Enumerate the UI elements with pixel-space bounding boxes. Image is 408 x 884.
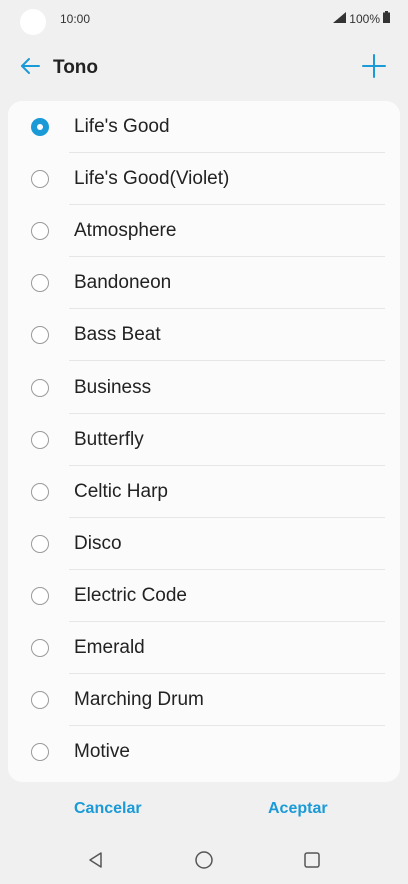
ringtone-item[interactable]: Celtic Harp bbox=[8, 466, 400, 518]
ringtone-item[interactable]: Atmosphere bbox=[8, 205, 400, 258]
ringtone-item[interactable]: Life's Good(Violet) bbox=[8, 153, 400, 206]
navigation-bar bbox=[0, 840, 408, 884]
ringtone-item[interactable]: Emerald bbox=[8, 622, 400, 675]
ringtone-label: Electric Code bbox=[74, 584, 187, 606]
triangle-back-icon bbox=[87, 851, 105, 874]
back-button[interactable] bbox=[16, 56, 44, 80]
ringtone-item[interactable]: Bass Beat bbox=[8, 309, 400, 362]
battery-percent: 100% bbox=[349, 11, 380, 26]
ringtone-item[interactable]: Butterfly bbox=[8, 414, 400, 466]
circle-home-icon bbox=[194, 850, 214, 875]
ringtone-label: Motive bbox=[74, 741, 130, 763]
radio-unchecked-icon[interactable] bbox=[31, 222, 49, 241]
ringtone-item[interactable]: Business bbox=[8, 361, 400, 414]
ringtone-label: Bandoneon bbox=[74, 272, 172, 294]
ringtone-label: Butterfly bbox=[74, 428, 144, 450]
radio-unchecked-icon[interactable] bbox=[31, 691, 49, 710]
radio-unchecked-icon[interactable] bbox=[31, 378, 49, 397]
ringtone-label: Life's Good bbox=[74, 116, 170, 138]
ringtone-item[interactable]: Marching Drum bbox=[8, 674, 400, 727]
square-recents-icon bbox=[303, 851, 321, 874]
radio-unchecked-icon[interactable] bbox=[31, 534, 49, 553]
radio-unchecked-icon[interactable] bbox=[31, 326, 49, 345]
ringtone-label: Marching Drum bbox=[74, 689, 204, 711]
radio-unchecked-icon[interactable] bbox=[31, 743, 49, 762]
ringtone-list-card: Life's Good Life's Good(Violet) Atmosphere… bbox=[8, 101, 400, 782]
radio-checked-icon[interactable] bbox=[31, 118, 49, 137]
ringtone-label: Celtic Harp bbox=[74, 480, 168, 502]
accept-button[interactable]: Aceptar bbox=[268, 800, 328, 818]
ringtone-item[interactable]: Life's Good bbox=[8, 101, 400, 154]
page-title: Tono bbox=[53, 57, 99, 78]
arrow-left-icon bbox=[20, 57, 40, 80]
radio-unchecked-icon[interactable] bbox=[31, 482, 49, 501]
signal-icon bbox=[333, 11, 347, 26]
ringtone-label: Emerald bbox=[74, 636, 145, 658]
radio-unchecked-icon[interactable] bbox=[31, 170, 49, 189]
ringtone-list: Life's Good Life's Good(Violet) Atmosphere… bbox=[8, 101, 400, 778]
nav-home-button[interactable] bbox=[192, 850, 216, 874]
add-ringtone-button[interactable] bbox=[360, 53, 388, 83]
status-time: 10:00 bbox=[60, 12, 91, 26]
radio-unchecked-icon[interactable] bbox=[31, 638, 49, 657]
nav-recents-button[interactable] bbox=[300, 850, 324, 874]
ringtone-label: Life's Good(Violet) bbox=[74, 168, 230, 190]
ringtone-item[interactable]: Disco bbox=[8, 518, 400, 570]
plus-icon bbox=[362, 53, 386, 83]
cancel-button[interactable]: Cancelar bbox=[74, 800, 142, 818]
ringtone-label: Atmosphere bbox=[74, 220, 177, 242]
camera-cutout bbox=[20, 9, 46, 35]
ringtone-item[interactable]: Bandoneon bbox=[8, 257, 400, 310]
status-bar: 10:00 100% bbox=[0, 0, 408, 40]
ringtone-label: Business bbox=[74, 376, 152, 398]
status-indicators: 100% bbox=[333, 11, 390, 26]
ringtone-item[interactable]: Electric Code bbox=[8, 570, 400, 622]
ringtone-label: Disco bbox=[74, 532, 122, 554]
app-bar: Tono bbox=[0, 46, 408, 90]
dialog-actions: Cancelar Aceptar bbox=[0, 792, 408, 832]
radio-unchecked-icon[interactable] bbox=[31, 586, 49, 605]
ringtone-label: Bass Beat bbox=[74, 324, 161, 346]
radio-unchecked-icon[interactable] bbox=[31, 430, 49, 449]
nav-back-button[interactable] bbox=[84, 850, 108, 874]
battery-icon bbox=[383, 11, 390, 26]
ringtone-item[interactable]: Motive bbox=[8, 726, 400, 778]
radio-unchecked-icon[interactable] bbox=[31, 274, 49, 293]
